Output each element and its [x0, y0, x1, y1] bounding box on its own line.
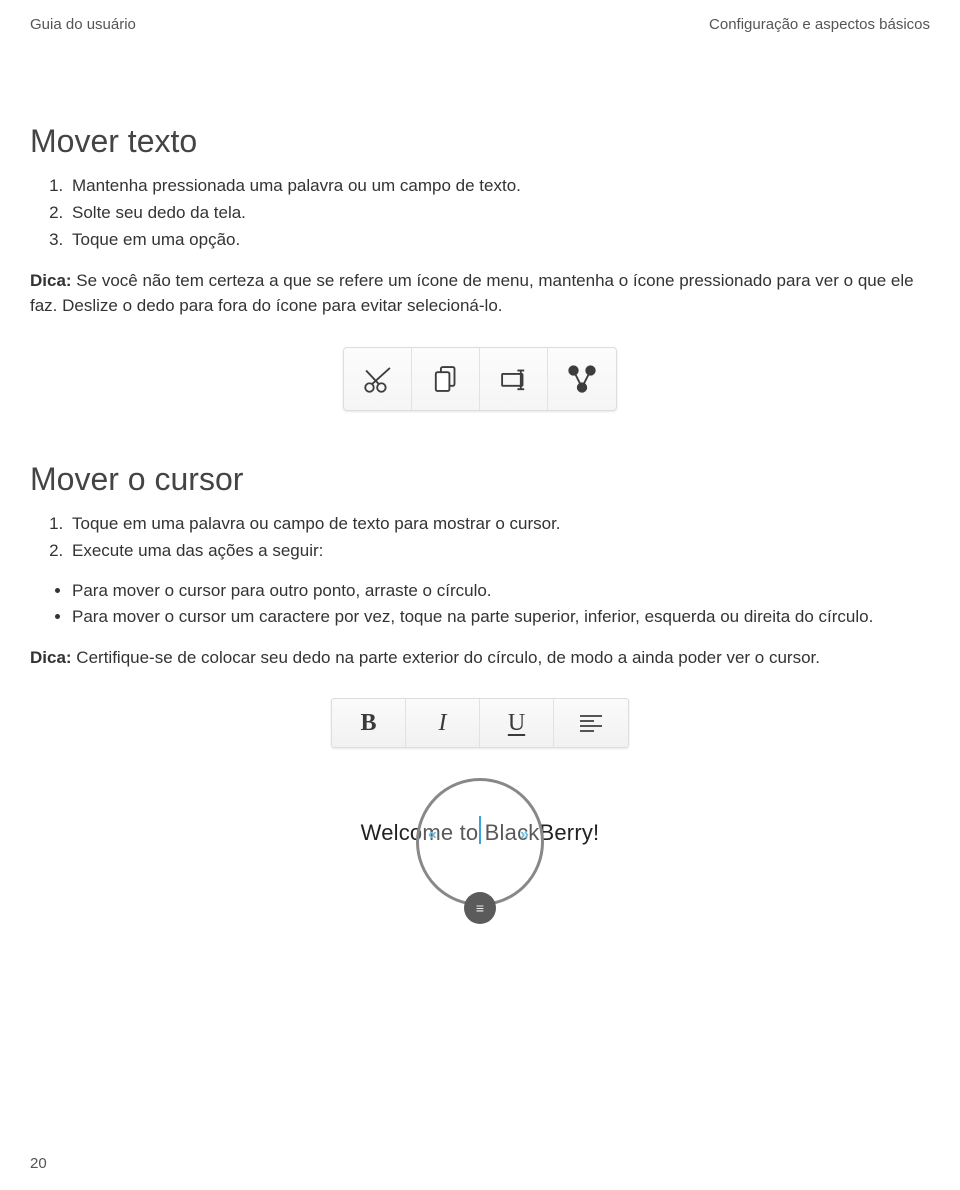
- paste-icon: [497, 362, 531, 396]
- section-title-mover-texto: Mover texto: [30, 123, 930, 160]
- copy-button[interactable]: [412, 348, 480, 410]
- cursor-stage: Welcome to BlackBerry! « » ≡: [330, 778, 630, 958]
- steps-mover-cursor: Toque em uma palavra ou campo de texto p…: [30, 510, 930, 564]
- tip-body: Se você não tem certeza a que se refere …: [30, 271, 914, 316]
- figure-icon-toolbar: [30, 347, 930, 411]
- header-right: Configuração e aspectos básicos: [709, 16, 930, 33]
- italic-icon: I: [439, 710, 447, 737]
- tip-label: Dica:: [30, 648, 76, 667]
- underline-button[interactable]: U: [480, 699, 554, 747]
- bullet-item: Para mover o cursor um caractere por vez…: [72, 604, 930, 630]
- paste-button[interactable]: [480, 348, 548, 410]
- text-caret: [479, 816, 481, 844]
- section-title-mover-cursor: Mover o cursor: [30, 461, 930, 498]
- cursor-grab-handle[interactable]: ≡: [464, 892, 496, 924]
- cut-icon: [361, 362, 395, 396]
- tip-body: Certifique-se de colocar seu dedo na par…: [76, 648, 820, 667]
- bold-button[interactable]: B: [332, 699, 406, 747]
- steps-mover-texto: Mantenha pressionada uma palavra ou um c…: [30, 172, 930, 254]
- step-item: Mantenha pressionada uma palavra ou um c…: [68, 172, 930, 199]
- underline-icon: U: [508, 710, 525, 737]
- grip-icon: ≡: [476, 900, 484, 916]
- format-toolbar: B I U: [331, 698, 629, 748]
- bullets-mover-cursor: Para mover o cursor para outro ponto, ar…: [30, 578, 930, 631]
- align-left-icon: [580, 715, 602, 732]
- share-icon: [565, 362, 599, 396]
- tip-label: Dica:: [30, 271, 76, 290]
- header-left: Guia do usuário: [30, 16, 136, 33]
- figure-cursor-demo: B I U Welcome to BlackBerry! « » ≡: [30, 698, 930, 958]
- step-item: Execute uma das ações a seguir:: [68, 537, 930, 564]
- step-item: Solte seu dedo da tela.: [68, 199, 930, 226]
- cut-button[interactable]: [344, 348, 412, 410]
- icon-toolbar: [343, 347, 617, 411]
- step-item: Toque em uma opção.: [68, 226, 930, 253]
- tip-mover-cursor: Dica: Certifique-se de colocar seu dedo …: [30, 645, 930, 671]
- italic-button[interactable]: I: [406, 699, 480, 747]
- bullet-item: Para mover o cursor para outro ponto, ar…: [72, 578, 930, 604]
- tip-mover-texto: Dica: Se você não tem certeza a que se r…: [30, 268, 930, 319]
- page-header: Guia do usuário Configuração e aspectos …: [30, 16, 930, 33]
- page-number: 20: [30, 1155, 47, 1172]
- bold-icon: B: [360, 710, 376, 737]
- share-button[interactable]: [548, 348, 616, 410]
- step-item: Toque em uma palavra ou campo de texto p…: [68, 510, 930, 537]
- copy-icon: [429, 362, 463, 396]
- align-button[interactable]: [554, 699, 628, 747]
